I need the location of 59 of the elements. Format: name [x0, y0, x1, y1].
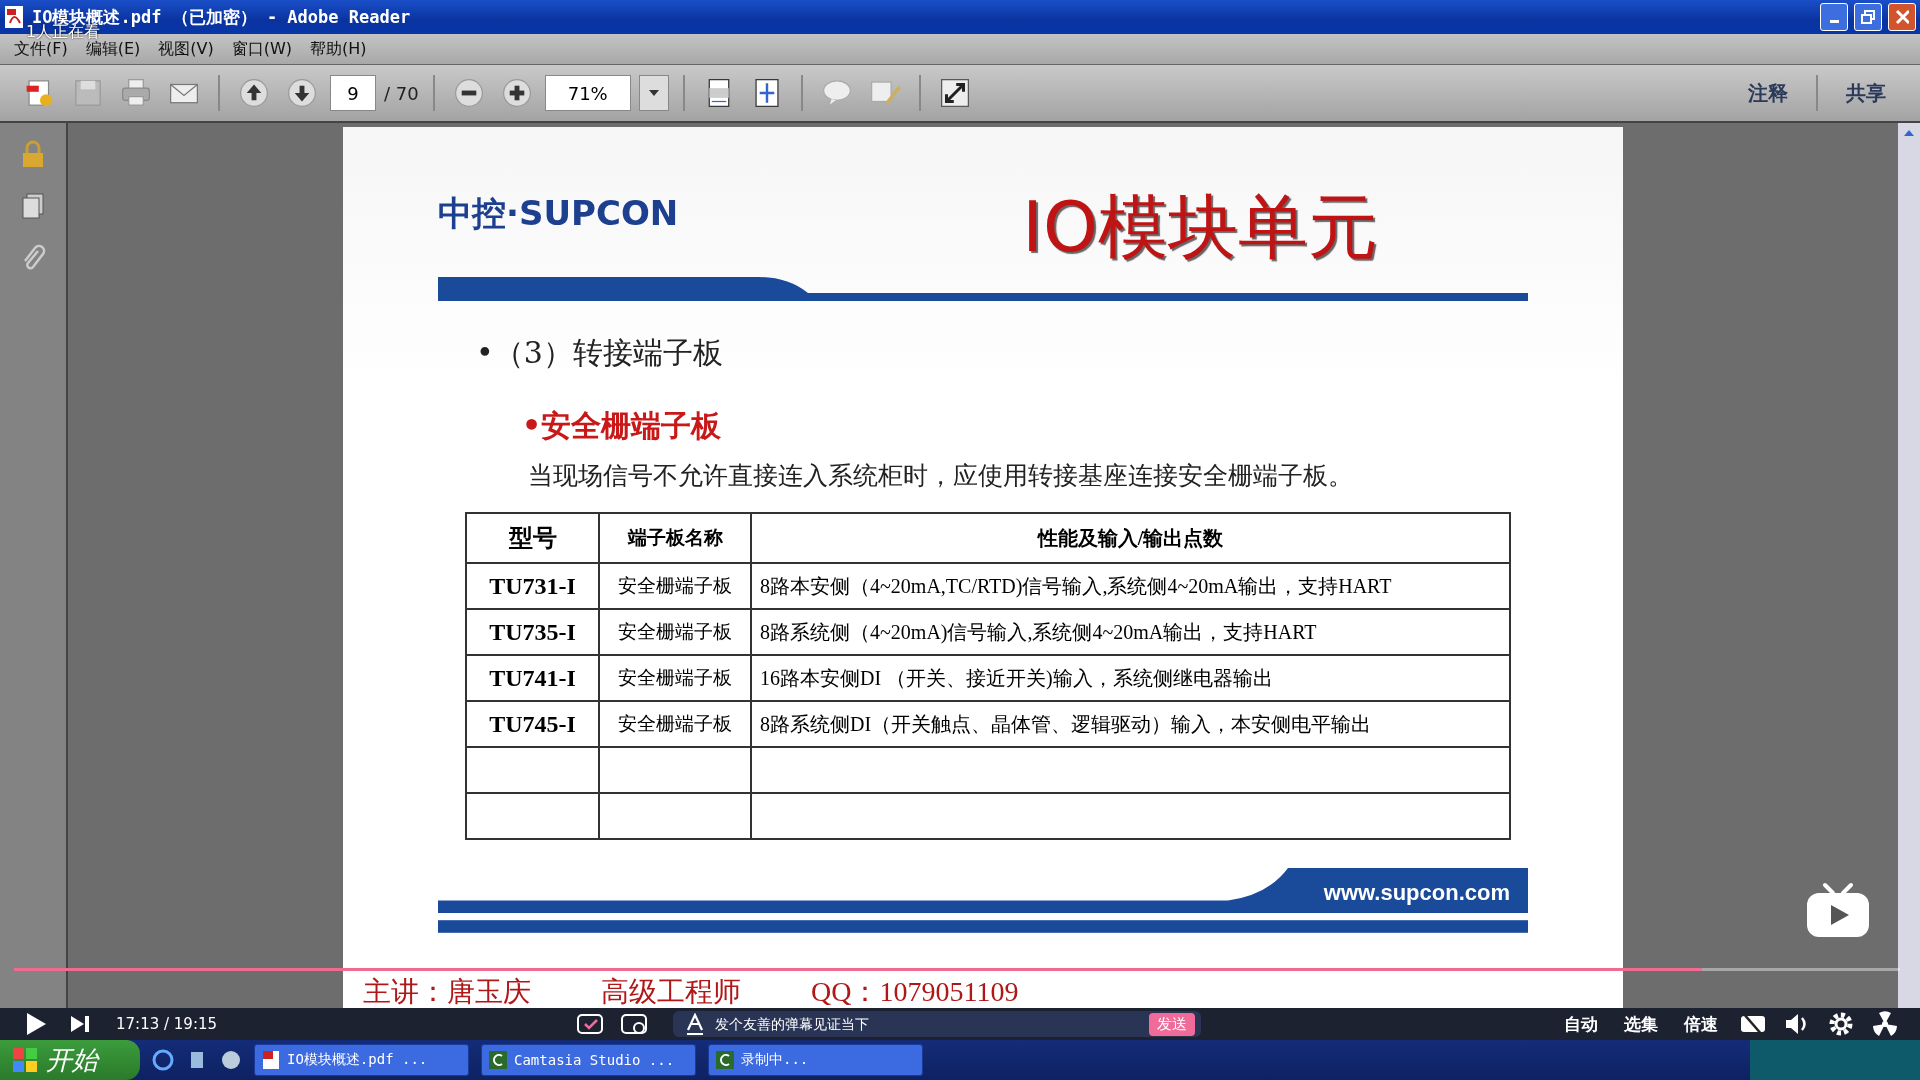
pdf-icon — [261, 1050, 281, 1070]
table-cell: TU745-I — [466, 701, 599, 747]
website-url: www.supcon.com — [1323, 880, 1510, 906]
zoom-field[interactable]: 71% — [544, 75, 631, 111]
table-cell: TU731-I — [466, 563, 599, 609]
table-cell: 8路系统侧（4~20mA)信号输入,系统侧4~20mA输出，支持HART — [751, 609, 1510, 655]
table-cell: 8路系统侧DI（开关触点、晶体管、逻辑驱动）输入，本安侧电平输出 — [751, 701, 1510, 747]
toolbar-text-button[interactable]: 注释 — [1734, 79, 1802, 107]
column-header: 端子板名称 — [599, 513, 751, 563]
player-text-button[interactable]: 倍速 — [1678, 1012, 1724, 1036]
scroll-up-icon[interactable] — [1903, 129, 1915, 137]
menu-item[interactable]: 视图(V) — [158, 38, 214, 60]
menu-item[interactable]: 文件(F) — [14, 38, 68, 60]
table-cell: 安全栅端子板 — [599, 609, 751, 655]
text-style-icon[interactable] — [684, 1013, 705, 1035]
taskbar-button[interactable]: IO模块概述.pdf ... — [254, 1044, 469, 1076]
taskbar-button[interactable]: 录制中... — [708, 1044, 923, 1076]
radiation-icon[interactable] — [1870, 1009, 1900, 1039]
windows-flag-icon — [12, 1047, 38, 1073]
table-cell: 安全栅端子板 — [599, 563, 751, 609]
column-header: 型号 — [466, 513, 599, 563]
page-number-field[interactable]: 9 — [330, 75, 376, 111]
player-text-button[interactable]: 选集 — [1618, 1012, 1664, 1036]
start-button[interactable]: 开始 — [0, 1040, 140, 1080]
section-heading: •（3）转接端子板 — [476, 334, 724, 372]
column-header: 性能及输入/输出点数 — [751, 513, 1510, 563]
logo: 中控·SUPCON — [438, 192, 679, 235]
zoom-dropdown-button[interactable] — [638, 75, 669, 111]
restore-icon — [1861, 10, 1875, 24]
table-cell: 安全栅端子板 — [599, 655, 751, 701]
footer-text: 高级工程师 — [601, 978, 741, 1006]
footer-text: QQ：1079051109 — [811, 978, 1019, 1006]
menu-item[interactable]: 窗口(W) — [231, 38, 293, 60]
restore-button[interactable] — [1854, 3, 1882, 31]
player-text-button[interactable]: 自动 — [1558, 1012, 1604, 1036]
close-icon — [1895, 9, 1909, 25]
caret-icon — [647, 89, 660, 97]
table-cell: 16路本安侧DI （开关、接近开关)输入，系统侧继电器输出 — [751, 655, 1510, 701]
subheading: •安全栅端子板 — [522, 407, 723, 445]
footer-text: 主讲：唐玉庆 — [363, 978, 531, 1006]
toolbar-text-button[interactable]: 共享 — [1832, 79, 1900, 107]
minimize-button[interactable] — [1820, 3, 1848, 31]
menu-item[interactable]: 帮助(H) — [310, 38, 367, 60]
close-button[interactable] — [1888, 3, 1916, 31]
menu-item[interactable]: 编辑(E) — [85, 38, 141, 60]
table-cell: TU741-I — [466, 655, 599, 701]
scrollbar[interactable] — [1898, 123, 1920, 1008]
playback-time: 17:13 / 19:15 — [116, 1015, 218, 1033]
paragraph: 当现场信号不允许直接连入系统柜时，应使用转接基座连接安全栅端子板。 — [528, 460, 1354, 492]
table-cell: 安全栅端子板 — [599, 701, 751, 747]
slide-title: IO模块单元 — [1022, 185, 1378, 270]
table-cell: TU735-I — [466, 609, 599, 655]
minimize-icon — [1829, 20, 1839, 23]
page-count: / 70 — [384, 82, 419, 104]
pdf-icon — [4, 5, 26, 29]
table-cell: 8路本安侧（4~20mA,TC/RTD)信号输入,系统侧4~20mA输出，支持HART — [751, 563, 1510, 609]
c-letter-icon — [715, 1050, 735, 1070]
taskbar-button[interactable]: Camtasia Studio ... — [481, 1044, 696, 1076]
c-letter-icon — [488, 1050, 508, 1070]
